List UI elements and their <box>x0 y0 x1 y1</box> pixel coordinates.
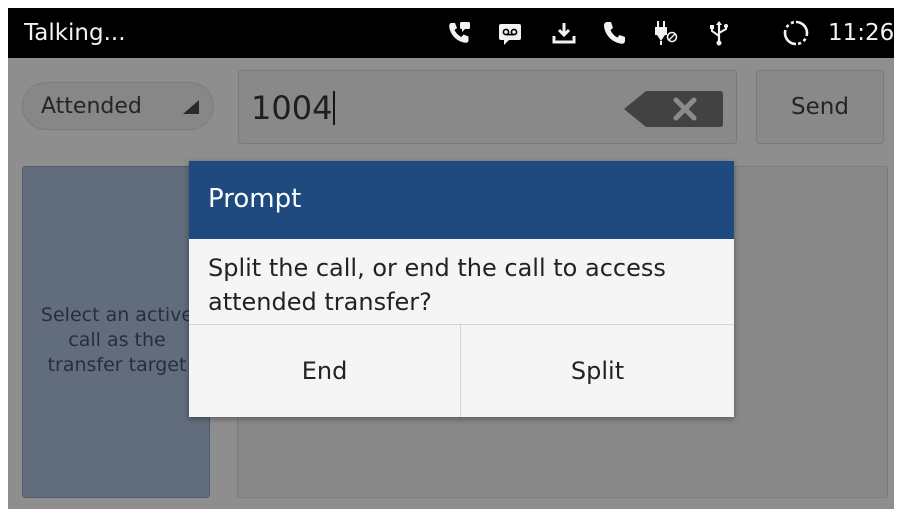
phone-screen: Talking... 11:26 Attended 1004 Send Sele… <box>8 8 894 509</box>
call-forward-icon <box>445 19 473 47</box>
split-button[interactable]: Split <box>461 325 734 417</box>
call-status-title: Talking... <box>24 20 126 46</box>
dialog-header: Prompt <box>189 161 734 239</box>
split-button-label: Split <box>570 357 625 385</box>
voicemail-icon <box>496 19 524 47</box>
usb-icon <box>705 19 733 47</box>
end-button[interactable]: End <box>189 325 460 417</box>
end-button-label: End <box>301 357 348 385</box>
dialog-message: Split the call, or end the call to acces… <box>208 254 666 316</box>
clock: 11:26 <box>828 20 894 46</box>
dialog-title: Prompt <box>208 184 302 214</box>
status-bar: Talking... 11:26 <box>8 8 894 58</box>
sync-icon <box>782 19 810 47</box>
phone-icon <box>600 19 628 47</box>
power-plug-icon <box>651 19 679 47</box>
prompt-dialog: Prompt Split the call, or end the call t… <box>189 161 734 417</box>
download-icon <box>550 19 578 47</box>
